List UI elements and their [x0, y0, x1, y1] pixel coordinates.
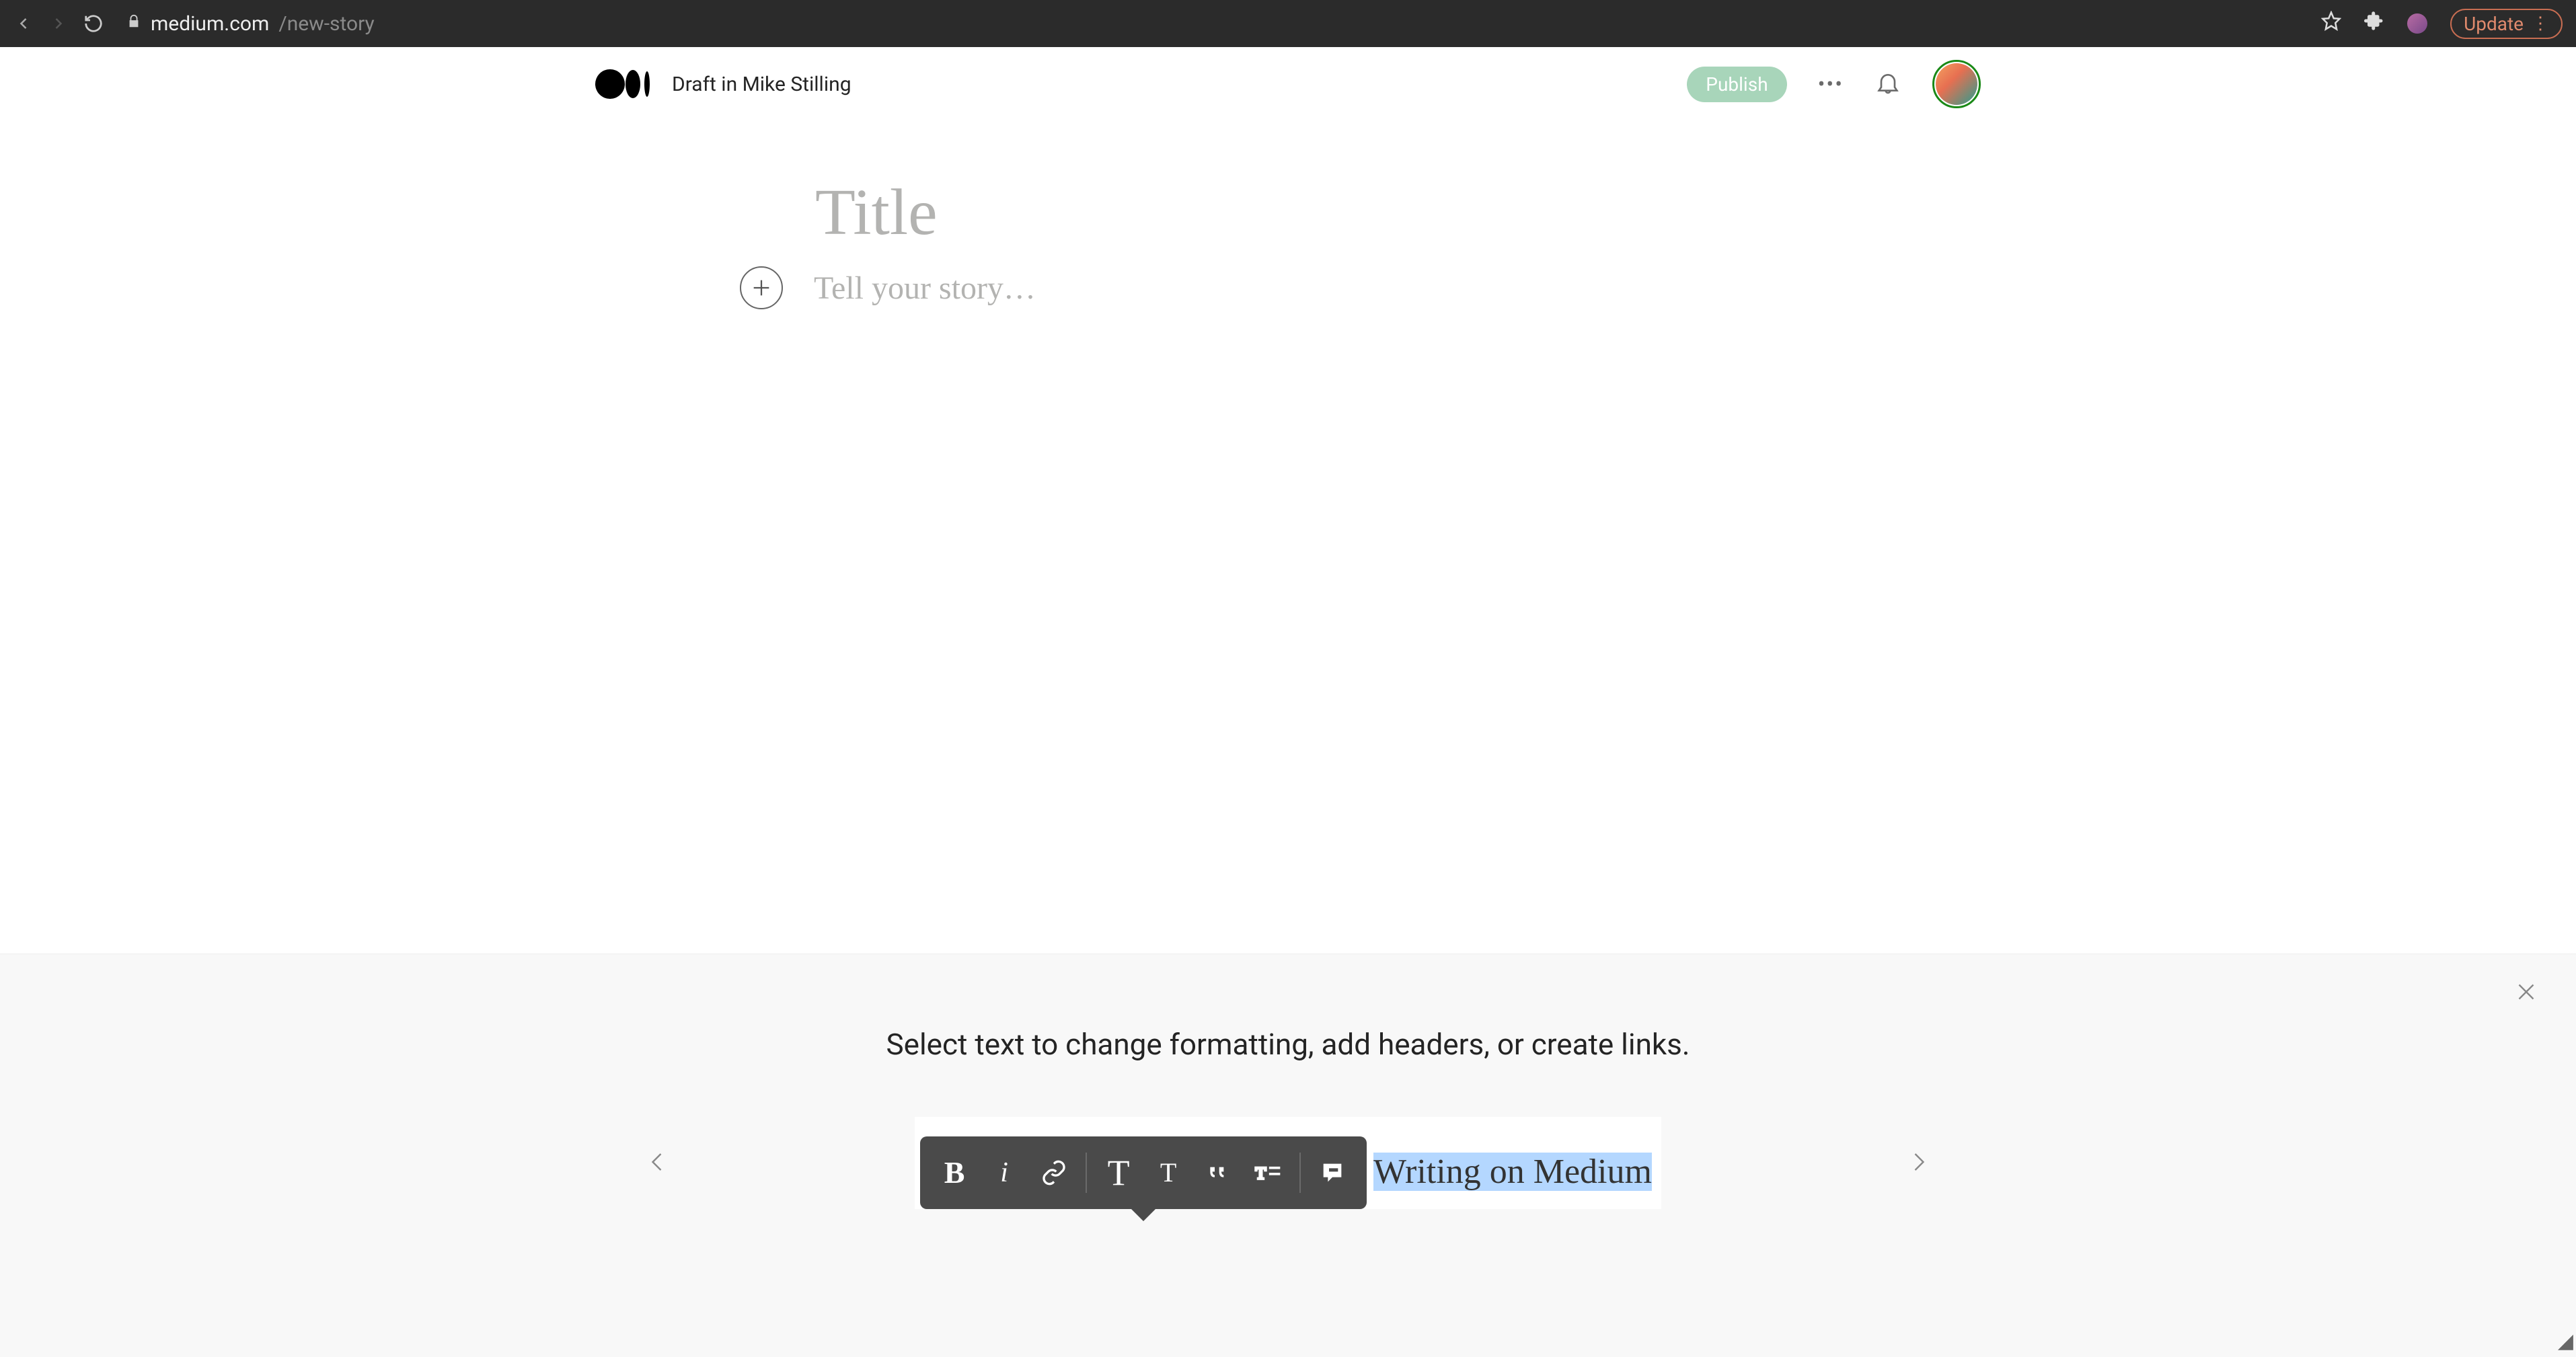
private-note-button[interactable]	[1308, 1136, 1357, 1209]
dropcap-button[interactable]: T	[1243, 1136, 1293, 1209]
extensions-icon[interactable]	[2364, 10, 2384, 37]
publish-label: Publish	[1706, 73, 1768, 95]
onboarding-tip-text: Select text to change formatting, add he…	[0, 1027, 2576, 1062]
svg-text:T: T	[1256, 1163, 1266, 1183]
url-path: /new-story	[278, 12, 374, 36]
format-toolbar: B i T T T	[920, 1136, 1367, 1209]
link-button[interactable]	[1029, 1136, 1079, 1209]
back-button[interactable]	[13, 13, 34, 34]
notifications-icon[interactable]	[1874, 69, 1901, 99]
profile-avatar-chrome[interactable]	[2407, 13, 2427, 34]
header-left: Draft in Mike Stilling	[595, 67, 851, 101]
forward-button[interactable]	[48, 13, 69, 34]
close-icon[interactable]	[2514, 978, 2538, 1011]
chrome-menu-icon[interactable]: ⋮	[2532, 13, 2549, 34]
toolbar-separator	[1086, 1153, 1087, 1193]
update-button[interactable]: Update ⋮	[2450, 9, 2563, 39]
body-input[interactable]: Tell your story…	[814, 270, 1036, 307]
user-avatar[interactable]	[1932, 60, 1981, 108]
onboarding-panel: Select text to change formatting, add he…	[0, 954, 2576, 1357]
add-block-button[interactable]	[740, 266, 783, 309]
medium-logo[interactable]	[595, 67, 654, 101]
body-row: Tell your story…	[740, 266, 2576, 309]
heading-small-button[interactable]: T	[1143, 1136, 1193, 1209]
italic-button[interactable]: i	[979, 1136, 1029, 1209]
blockquote-button[interactable]	[1193, 1136, 1243, 1209]
address-bar[interactable]: medium.com/new-story	[118, 12, 2306, 36]
more-menu-icon[interactable]: •••	[1818, 71, 1844, 97]
chrome-actions: Update ⋮	[2321, 9, 2563, 39]
toolbar-separator	[1299, 1153, 1301, 1193]
bold-button[interactable]: B	[930, 1136, 979, 1209]
carousel-card: B i T T T Writing on Medium	[915, 1117, 1661, 1209]
draft-label: Draft in Mike Stilling	[672, 73, 851, 96]
reload-button[interactable]	[83, 13, 104, 34]
header-right: Publish •••	[1687, 60, 1981, 108]
resize-handle-icon: ◢	[2558, 1329, 2573, 1353]
app-header: Draft in Mike Stilling Publish •••	[0, 47, 2576, 121]
url-domain: medium.com	[151, 12, 269, 36]
avatar-image	[1936, 63, 1977, 105]
onboarding-carousel: B i T T T Writing on Medium	[0, 1117, 2576, 1209]
browser-chrome: medium.com/new-story Update ⋮	[0, 0, 2576, 47]
editor: Title Tell your story…	[0, 121, 2576, 309]
update-label: Update	[2464, 13, 2524, 35]
publish-button[interactable]: Publish	[1687, 67, 1786, 102]
sample-text: Writing on Medium	[1369, 1152, 1656, 1192]
lock-icon	[126, 13, 141, 34]
carousel-prev-button[interactable]	[646, 1144, 670, 1182]
heading-large-button[interactable]: T	[1094, 1136, 1143, 1209]
title-input[interactable]: Title	[815, 175, 2576, 250]
bookmark-icon[interactable]	[2321, 10, 2341, 37]
carousel-next-button[interactable]	[1906, 1144, 1930, 1182]
